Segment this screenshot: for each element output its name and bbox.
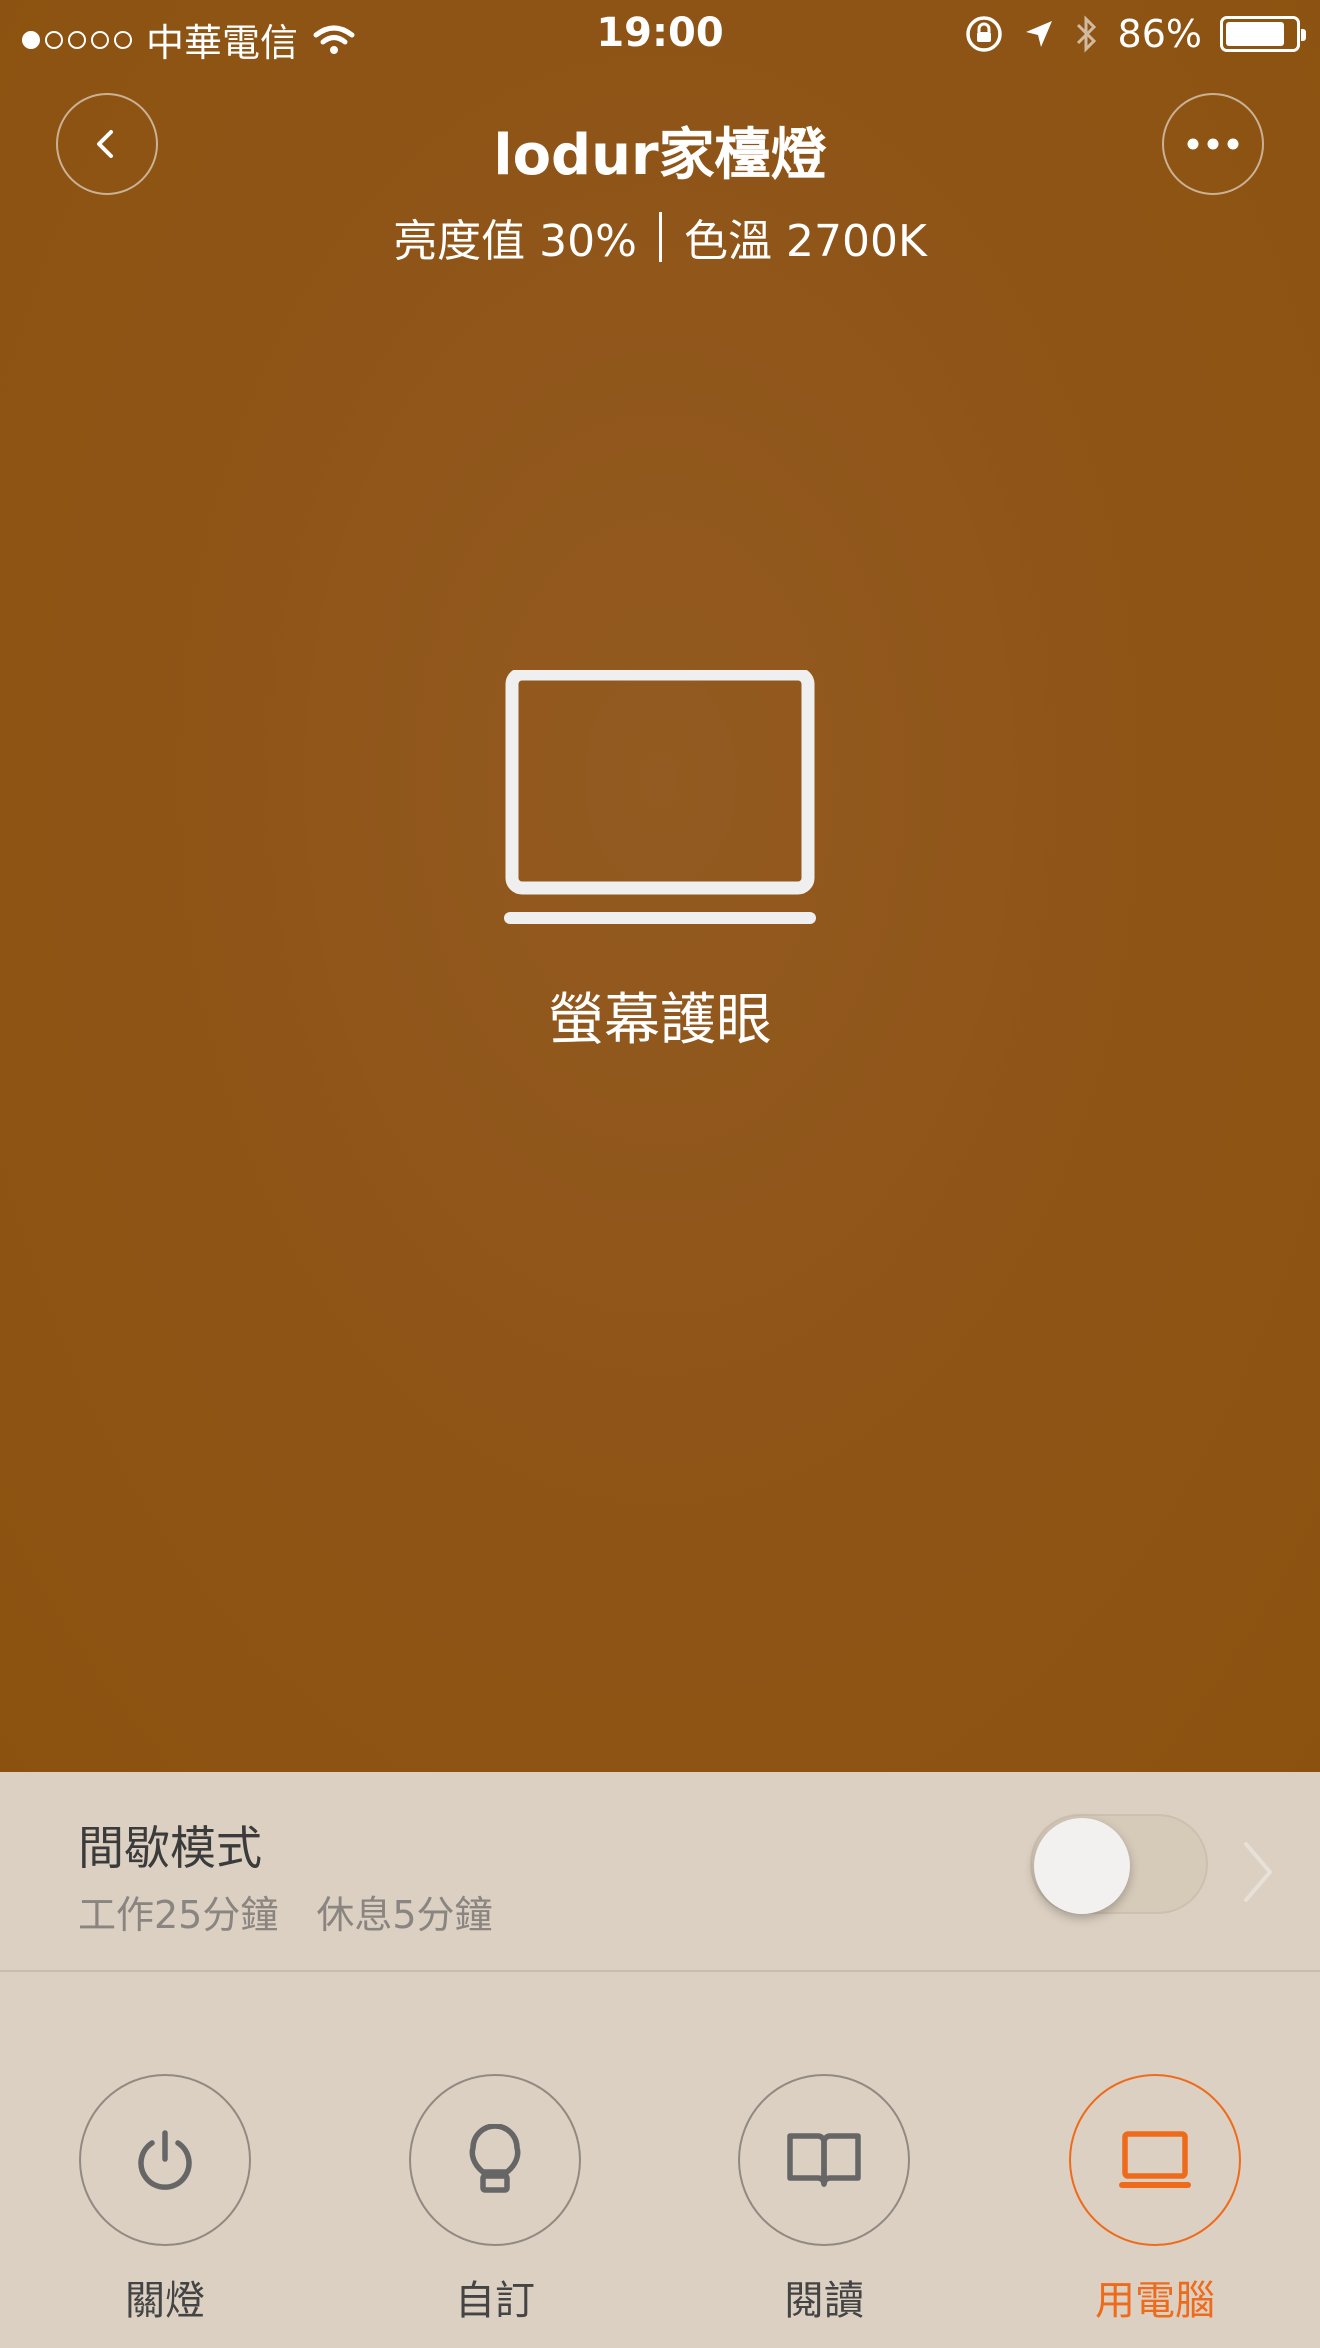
mode-reading[interactable]: 閱讀	[738, 2074, 910, 2326]
status-right: 86%	[964, 12, 1306, 56]
battery-fill	[1226, 22, 1285, 46]
mode-reading-button[interactable]	[738, 2074, 910, 2246]
current-mode-label: 螢幕護眼	[548, 988, 772, 1053]
mode-reading-label: 閱讀	[784, 2278, 864, 2324]
status-bar: 中華電信 19:00 86%	[0, 0, 1320, 70]
mode-off-button[interactable]	[79, 2074, 251, 2246]
laptop-icon	[1119, 2131, 1191, 2188]
mode-custom[interactable]: 自訂	[409, 2074, 581, 2326]
battery-percent: 86%	[1117, 12, 1202, 56]
page-title: lodur家檯燈	[493, 123, 827, 188]
mode-off-label: 關燈	[125, 2278, 205, 2324]
mode-custom-button[interactable]	[409, 2074, 581, 2246]
interval-mode-subtitle: 工作25分鐘 休息5分鐘	[78, 1893, 493, 1937]
lamp-status: 亮度值 30% 色溫 2700K	[0, 205, 1320, 269]
interval-mode-toggle[interactable]	[1030, 1814, 1208, 1914]
brightness-value: 亮度值 30%	[393, 216, 637, 267]
hero-panel: 中華電信 19:00 86% lodur家檯燈 亮度值 30% 色溫 2700K…	[0, 0, 1320, 1772]
toggle-knob	[1034, 1818, 1130, 1914]
color-temp-value: 色溫 2700K	[683, 216, 927, 267]
mode-computer[interactable]: 用電腦	[1069, 2074, 1241, 2326]
laptop-icon	[504, 670, 816, 924]
mode-computer-label: 用電腦	[1095, 2278, 1215, 2324]
mode-selector: 關燈 自訂 閱讀 用電腦	[0, 1974, 1320, 2348]
rotation-lock-icon	[965, 16, 1002, 52]
mode-computer-button[interactable]	[1069, 2074, 1241, 2246]
bulb-icon	[469, 2124, 521, 2193]
mode-off[interactable]: 關燈	[79, 2074, 251, 2326]
interval-mode-title: 間歇模式	[78, 1821, 262, 1875]
more-dots-icon	[1187, 138, 1239, 150]
interval-mode-row[interactable]: 間歇模式 工作25分鐘 休息5分鐘	[0, 1772, 1320, 1972]
more-button[interactable]	[1162, 93, 1264, 195]
status-divider	[658, 212, 662, 262]
chevron-right-icon[interactable]	[1240, 1840, 1276, 1904]
location-icon	[1025, 21, 1052, 47]
battery-icon	[1220, 16, 1306, 52]
book-icon	[787, 2133, 861, 2187]
bluetooth-icon	[1076, 15, 1096, 53]
mode-custom-label: 自訂	[455, 2278, 535, 2324]
power-icon	[138, 2130, 192, 2190]
